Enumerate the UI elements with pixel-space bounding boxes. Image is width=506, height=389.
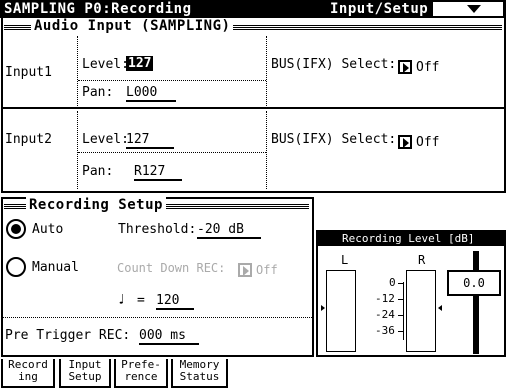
- meter-tick: [398, 299, 403, 300]
- input2-label: Input2: [5, 132, 52, 147]
- countdown-value: Off: [256, 263, 278, 277]
- countdown-select[interactable]: Off: [236, 259, 278, 278]
- input1-level-field[interactable]: 127: [126, 56, 154, 71]
- threshold-label: Threshold:: [118, 222, 197, 237]
- input1-pan-label: Pan:: [82, 85, 114, 100]
- tab-label: rence: [124, 370, 158, 383]
- input1-bus-select[interactable]: Off: [396, 56, 439, 75]
- input1-pan-field[interactable]: L000: [126, 85, 176, 102]
- triangle-down-icon: [467, 5, 481, 13]
- tab-label: Setup: [68, 370, 102, 383]
- tab-memory-status[interactable]: Memory Status: [171, 359, 228, 388]
- divider: [266, 111, 267, 189]
- divider: [78, 152, 266, 153]
- meter-right-label: R: [418, 253, 426, 267]
- triangle-right-icon: [238, 262, 252, 277]
- meter-scale-line: [403, 282, 404, 340]
- audio-input-title: Audio Input (SAMPLING): [31, 18, 234, 34]
- input2-level-field[interactable]: 127: [126, 132, 174, 149]
- countdown-label: Count Down REC:: [117, 261, 226, 275]
- tab-preference[interactable]: Prefe- rence: [114, 359, 168, 388]
- input1-bus-label: BUS(IFX) Select:: [271, 57, 397, 72]
- divider: [77, 111, 78, 189]
- input2-bus-value: Off: [416, 135, 440, 150]
- meter-tick: [398, 331, 403, 332]
- auto-radio[interactable]: [6, 219, 26, 239]
- recording-level-title: Recording Level [dB]: [342, 232, 475, 245]
- tempo-equals: =: [137, 293, 145, 308]
- meter-left-tick: [321, 305, 325, 311]
- tab-input-setup[interactable]: Input Setup: [59, 359, 111, 388]
- recording-setup-title: Recording Setup: [26, 197, 166, 213]
- input1-bus-value: Off: [416, 60, 440, 75]
- threshold-field[interactable]: -20 dB: [197, 222, 261, 239]
- divider: [266, 36, 267, 106]
- meter-scale-12: -12: [375, 292, 395, 305]
- meter-tick: [398, 315, 403, 316]
- tempo-note-icon: ♩: [117, 292, 126, 308]
- level-value-field[interactable]: 0.0: [447, 270, 501, 296]
- manual-radio[interactable]: [6, 257, 26, 277]
- meter-scale-24: -24: [375, 308, 395, 321]
- page-menu-button[interactable]: [432, 1, 504, 17]
- meter-left-bar: [326, 270, 356, 352]
- meter-left-label: L: [341, 253, 349, 267]
- triangle-right-icon: [398, 59, 412, 74]
- meter-right-bar: [406, 270, 436, 352]
- meter-scale-0: 0: [389, 276, 396, 289]
- input2-pan-field[interactable]: R127: [134, 164, 182, 181]
- input2-bus-label: BUS(IFX) Select:: [271, 132, 397, 147]
- auto-label: Auto: [32, 222, 64, 237]
- divider: [3, 317, 312, 318]
- page-title: SAMPLING P0:Recording: [4, 1, 192, 17]
- pretrigger-field[interactable]: 000 ms: [139, 328, 199, 345]
- manual-label: Manual: [32, 260, 79, 275]
- divider: [78, 80, 266, 81]
- row-separator: [1, 107, 506, 109]
- tab-recording[interactable]: Record ing: [1, 359, 55, 388]
- meter-scale-36: -36: [375, 324, 395, 337]
- input2-level-label: Level:: [82, 132, 129, 147]
- input1-level-label: Level:: [82, 57, 129, 72]
- level-slider-track[interactable]: [473, 251, 479, 354]
- tab-label: ing: [18, 370, 38, 383]
- input1-label: Input1: [5, 65, 52, 80]
- tempo-field[interactable]: 120: [156, 293, 194, 310]
- tab-label: Status: [179, 370, 220, 383]
- page-menu-label: Input/Setup: [330, 1, 429, 17]
- meter-tick: [398, 283, 403, 284]
- input2-bus-select[interactable]: Off: [396, 131, 439, 150]
- meter-right-tick: [438, 305, 442, 311]
- divider: [77, 36, 78, 106]
- input2-pan-label: Pan:: [82, 164, 114, 179]
- triangle-right-icon: [398, 134, 412, 149]
- pretrigger-label: Pre Trigger REC:: [5, 328, 131, 343]
